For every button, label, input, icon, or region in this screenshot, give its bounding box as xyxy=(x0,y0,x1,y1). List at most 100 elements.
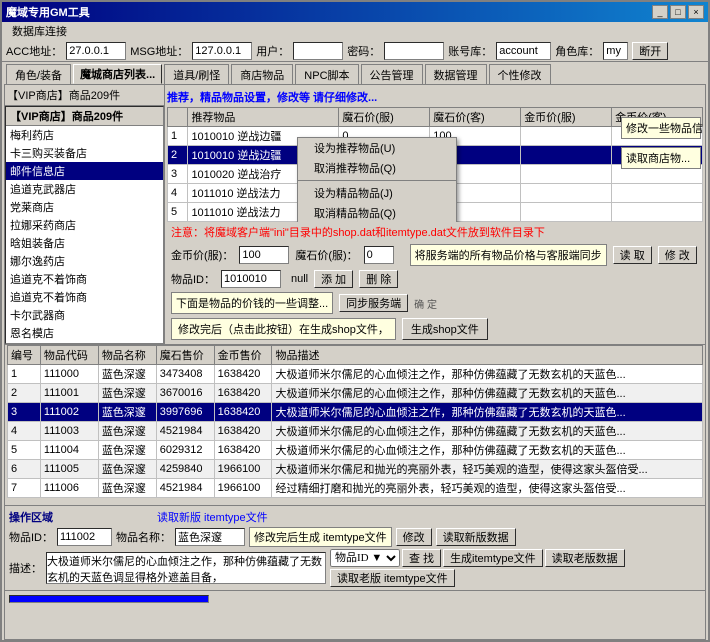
list-item[interactable]: 卡尔武器商 xyxy=(6,306,163,324)
close-button[interactable]: × xyxy=(688,5,704,19)
cell-no: 2 xyxy=(8,384,41,403)
cell-code: 111003 xyxy=(40,422,98,441)
context-menu: 设为推荐物品(U) 取消推荐物品(Q) 设为精品物品(J) 取消精品物品(Q) … xyxy=(297,137,457,222)
bottom-table-section: 编号 物品代码 物品名称 魔石售价 金币售价 物品描述 1 111000 蓝色深 xyxy=(5,345,705,505)
sort-select[interactable]: 物品ID ▼ xyxy=(330,549,400,567)
cell: 4 xyxy=(168,184,188,203)
col-name: 物品名称 xyxy=(98,346,156,365)
table-row[interactable]: 3 111002 蓝色深邃 3997696 1638420 大极道师米尔儒尼的心… xyxy=(8,403,703,422)
op-desc-input[interactable]: 大极道师米尔儒尼的心血倾注之作，那种仿佛蕴藏了无数玄机的天蓝色调显得格外遮盖目备… xyxy=(46,552,326,584)
ctx-cancel-recommend[interactable]: 取消推荐物品(Q) xyxy=(298,158,456,178)
list-item[interactable]: 娜尔逸药店 xyxy=(6,252,163,270)
cell-desc: 经过精细打磨和抛光的亮丽外表，轻巧美观的造型，使得这家头盔倍受... xyxy=(272,479,703,498)
role-label: 角色库： xyxy=(555,43,599,59)
maximize-button[interactable]: □ xyxy=(670,5,686,19)
window-controls: _ □ × xyxy=(652,5,704,19)
null-value: null xyxy=(291,273,308,285)
db-input[interactable] xyxy=(496,42,551,60)
table-row[interactable]: 6 111005 蓝色深邃 4259840 1966100 大极道师米尔儒尼和抛… xyxy=(8,460,703,479)
ctx-set-recommend[interactable]: 设为推荐物品(U) xyxy=(298,138,456,158)
ctx-set-premium[interactable]: 设为精品物品(J) xyxy=(298,183,456,203)
cell-name: 蓝色深邃 xyxy=(98,403,156,422)
op-desc-label: 描述： xyxy=(9,560,42,576)
list-item[interactable]: 海梦里音饰商 xyxy=(6,342,163,344)
cell-desc: 大极道师米尔儒尼的心血倾注之作，那种仿佛蕴藏了无数玄机的天蓝色... xyxy=(272,365,703,384)
list-item[interactable]: 拉娜采药商店 xyxy=(6,216,163,234)
gen-itemtype-button[interactable]: 生成itemtype文件 xyxy=(443,549,543,567)
cell-stone: 3473408 xyxy=(156,365,214,384)
stone-price-input[interactable] xyxy=(364,246,394,264)
pwd-input[interactable] xyxy=(384,42,444,60)
tab-notice[interactable]: 公告管理 xyxy=(361,64,423,84)
menu-item-db[interactable]: 数据库连接 xyxy=(6,23,73,39)
cell xyxy=(521,222,612,223)
list-item[interactable]: 党莱商店 xyxy=(6,198,163,216)
tab-role[interactable]: 角色/装备 xyxy=(6,64,71,84)
sync-button[interactable]: 同步服务端 xyxy=(339,294,408,312)
tab-npc[interactable]: NPC脚本 xyxy=(295,64,358,84)
cell: 5 xyxy=(168,203,188,222)
gold-price-input[interactable] xyxy=(239,246,289,264)
list-item[interactable]: 恩名模店 xyxy=(6,324,163,342)
role-input[interactable] xyxy=(603,42,628,60)
operation-area: 操作区域 读取新版 itemtype文件 物品ID： 物品名称： 修改完后生成 … xyxy=(5,505,705,590)
op-item-id-input[interactable] xyxy=(57,528,112,546)
find-button[interactable]: 查 找 xyxy=(402,549,441,567)
shop-list[interactable]: 【VIP商店】商品209件 梅利药店 卡三购买装备店 邮件信息店 追道克武器店 … xyxy=(5,106,164,344)
cell-gold: 1966100 xyxy=(214,460,272,479)
op-item-name-input[interactable] xyxy=(175,528,245,546)
table-row[interactable]: 5 111004 蓝色深邃 6029312 1638420 大极道师米尔儒尼的心… xyxy=(8,441,703,460)
delete-button[interactable]: 删 除 xyxy=(359,270,398,288)
list-item[interactable]: 邮件信息店 xyxy=(6,162,163,180)
list-item[interactable]: 追道克武器店 xyxy=(6,180,163,198)
acc-label: ACC地址： xyxy=(6,43,62,59)
cell-name: 蓝色深邃 xyxy=(98,479,156,498)
red-note: 注意：将魔域客户端"ini"目录中的shop.dat和itemtype.dat文… xyxy=(167,222,703,242)
msg-input[interactable] xyxy=(192,42,252,60)
cell-no: 1 xyxy=(8,365,41,384)
user-input[interactable] xyxy=(293,42,343,60)
read-old-itemtype-button[interactable]: 读取老版 itemtype文件 xyxy=(330,569,455,587)
list-item[interactable]: 卡三购买装备店 xyxy=(6,144,163,162)
read-button[interactable]: 读 取 xyxy=(613,246,652,264)
toolbar: ACC地址： MSG地址： 用户： 密码： 账号库： 角色库： 断开 xyxy=(2,40,708,62)
cell: 3 xyxy=(168,165,188,184)
cell-desc: 大极道师米尔儒尼和抛光的亮丽外表，轻巧美观的造型，使得这家头盔倍受... xyxy=(272,460,703,479)
ctx-cancel-premium[interactable]: 取消精品物品(Q) xyxy=(298,203,456,222)
tab-personal[interactable]: 个性修改 xyxy=(489,64,551,84)
list-item[interactable]: 晗姐装备店 xyxy=(6,234,163,252)
col-header xyxy=(168,108,188,127)
tab-shopitem[interactable]: 商店物品 xyxy=(231,64,293,84)
add-button[interactable]: 添 加 xyxy=(314,270,353,288)
tab-data[interactable]: 数据管理 xyxy=(425,64,487,84)
item-id-input[interactable] xyxy=(221,270,281,288)
list-item[interactable]: 梅利药店 xyxy=(6,126,163,144)
tab-item[interactable]: 道具/刷怪 xyxy=(164,64,229,84)
main-content: 【VIP商店】商品209件 【VIP商店】商品209件 梅利药店 卡三购买装备店… xyxy=(4,84,706,640)
connect-button[interactable]: 断开 xyxy=(632,42,668,60)
table-row[interactable]: 1 111000 蓝色深邃 3473408 1638420 大极道师米尔儒尼的心… xyxy=(8,365,703,384)
cell: 2 xyxy=(168,146,188,165)
col-header: 推荐物品 xyxy=(188,108,339,127)
cell xyxy=(612,203,703,222)
op-read-new-button[interactable]: 读取新版数据 xyxy=(436,528,516,546)
gen-shop-button[interactable]: 生成shop文件 xyxy=(402,318,488,340)
cell-desc: 大极道师米尔儒尼的心血倾注之作，那种仿佛蕴藏了无数玄机的天蓝色... xyxy=(272,403,703,422)
table-row[interactable]: 4 111003 蓝色深邃 4521984 1638420 大极道师米尔儒尼的心… xyxy=(8,422,703,441)
read-old-data-button[interactable]: 读取老版数据 xyxy=(545,549,625,567)
table-row[interactable]: 2 111001 蓝色深邃 3670016 1638420 大极道师米尔儒尼的心… xyxy=(8,384,703,403)
cell-no: 7 xyxy=(8,479,41,498)
table-row[interactable]: 7 111006 蓝色深邃 4521984 1966100 经过精细打磨和抛光的… xyxy=(8,479,703,498)
db-label: 账号库： xyxy=(448,43,492,59)
tab-bar: 角色/装备 魔城商店列表... 道具/刷怪 商店物品 NPC脚本 公告管理 数据… xyxy=(2,62,708,84)
tab-shop[interactable]: 魔城商店列表... xyxy=(73,64,162,84)
cell-code: 111002 xyxy=(40,403,98,422)
cell-name: 蓝色深邃 xyxy=(98,441,156,460)
modify-button[interactable]: 修 改 xyxy=(658,246,697,264)
main-window: 魔域专用GM工具 _ □ × 数据库连接 ACC地址： MSG地址： 用户： 密… xyxy=(0,0,710,642)
list-item[interactable]: 追道克不着饰商 xyxy=(6,288,163,306)
acc-input[interactable] xyxy=(66,42,126,60)
op-modify-button[interactable]: 修改 xyxy=(396,528,432,546)
list-item[interactable]: 追道克不着饰商 xyxy=(6,270,163,288)
minimize-button[interactable]: _ xyxy=(652,5,668,19)
